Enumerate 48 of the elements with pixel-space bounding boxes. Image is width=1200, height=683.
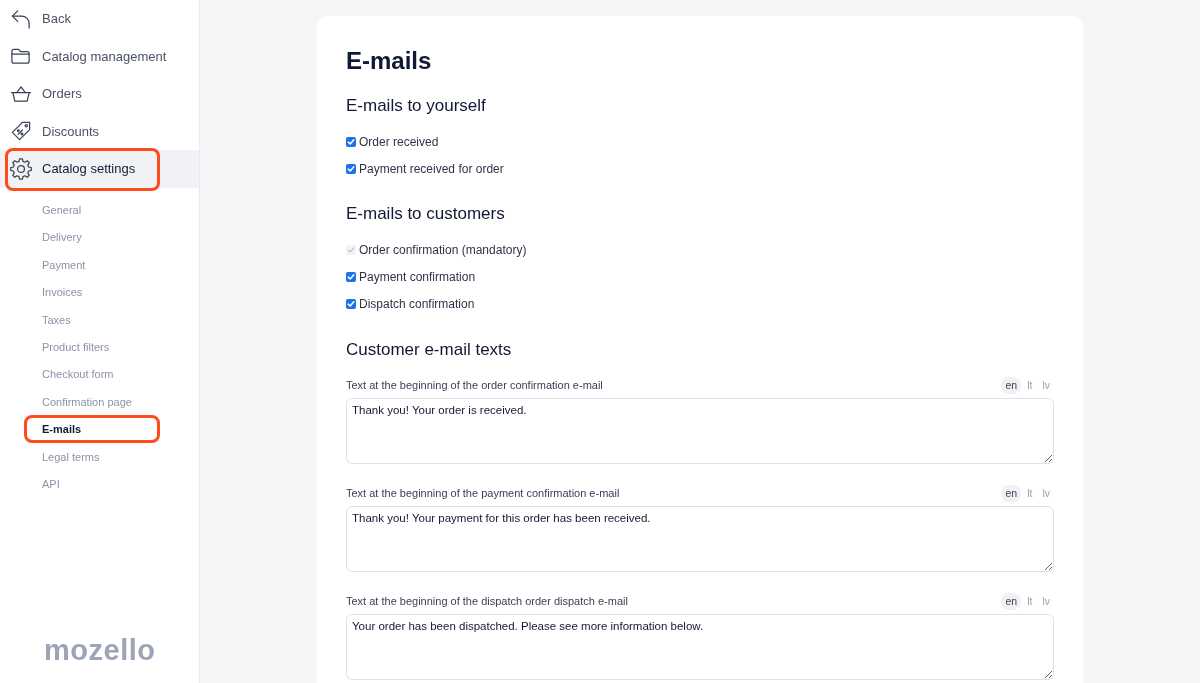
text-area[interactable]: Thank you! Your order is received. — [346, 398, 1054, 464]
language-tab[interactable]: lt — [1023, 376, 1037, 394]
sidebar-item[interactable]: Back — [0, 0, 199, 38]
language-tab[interactable]: lv — [1038, 592, 1054, 610]
checkbox[interactable] — [346, 272, 356, 282]
submenu-item[interactable]: E-mails — [0, 415, 199, 443]
text-area[interactable]: Your order has been dispatched. Please see more information below. — [346, 614, 1054, 680]
section-heading: Customer e-mail texts — [346, 339, 513, 361]
text-area[interactable]: Thank you! Your payment for this order has been received. — [346, 506, 1054, 572]
price-tag-icon — [10, 120, 32, 143]
section-heading: E-mails to yourself — [346, 95, 487, 117]
language-tab[interactable]: lv — [1038, 376, 1054, 394]
sidebar-item[interactable]: Catalog management — [0, 37, 199, 75]
submenu-item[interactable]: Confirmation page — [0, 388, 199, 416]
checkbox-label: Dispatch confirmation — [359, 297, 475, 311]
field-label: Text at the beginning of the dispatch order dispatch e-mail — [346, 595, 629, 607]
language-tab[interactable]: en — [1001, 484, 1022, 502]
sidebar-item[interactable]: Orders — [0, 75, 199, 113]
language-tab[interactable]: en — [1001, 592, 1022, 610]
submenu-item[interactable]: Checkout form — [0, 360, 199, 389]
submenu-item[interactable]: General — [0, 196, 199, 224]
page-title: E-mails — [346, 46, 433, 76]
section-heading: E-mails to customers — [346, 203, 506, 225]
logo: mozello — [44, 634, 156, 666]
submenu-item[interactable]: API — [0, 470, 199, 498]
language-tab[interactable]: en — [1001, 376, 1022, 394]
sidebar-item[interactable]: Discounts — [0, 112, 199, 150]
language-tab[interactable]: lt — [1023, 592, 1037, 610]
settings-icon — [10, 157, 32, 180]
checkbox-label: Order confirmation (mandatory) — [359, 243, 527, 257]
language-tab[interactable]: lt — [1023, 484, 1037, 502]
checkbox-label: Payment confirmation — [359, 270, 476, 284]
checkbox[interactable] — [346, 164, 356, 174]
checkbox[interactable] — [346, 137, 356, 147]
checkbox[interactable] — [346, 299, 356, 309]
checkbox-label: Payment received for order — [359, 162, 504, 176]
sidebar-item[interactable]: Catalog settings — [0, 150, 199, 188]
submenu-item[interactable]: Payment — [0, 251, 199, 279]
submenu-item[interactable]: Legal terms — [0, 442, 199, 471]
field-label: Text at the beginning of the payment confirmation e-mail — [346, 487, 621, 499]
submenu-item[interactable]: Invoices — [0, 278, 199, 306]
submenu-item[interactable]: Product filters — [0, 333, 199, 361]
language-tab[interactable]: lv — [1038, 484, 1054, 502]
submenu-item[interactable]: Delivery — [0, 223, 199, 252]
field-label: Text at the beginning of the order confirmation e-mail — [346, 379, 604, 391]
back-arrow-icon — [10, 7, 32, 30]
checkbox-label: Order received — [359, 135, 439, 149]
submenu-item[interactable]: Taxes — [0, 305, 199, 334]
